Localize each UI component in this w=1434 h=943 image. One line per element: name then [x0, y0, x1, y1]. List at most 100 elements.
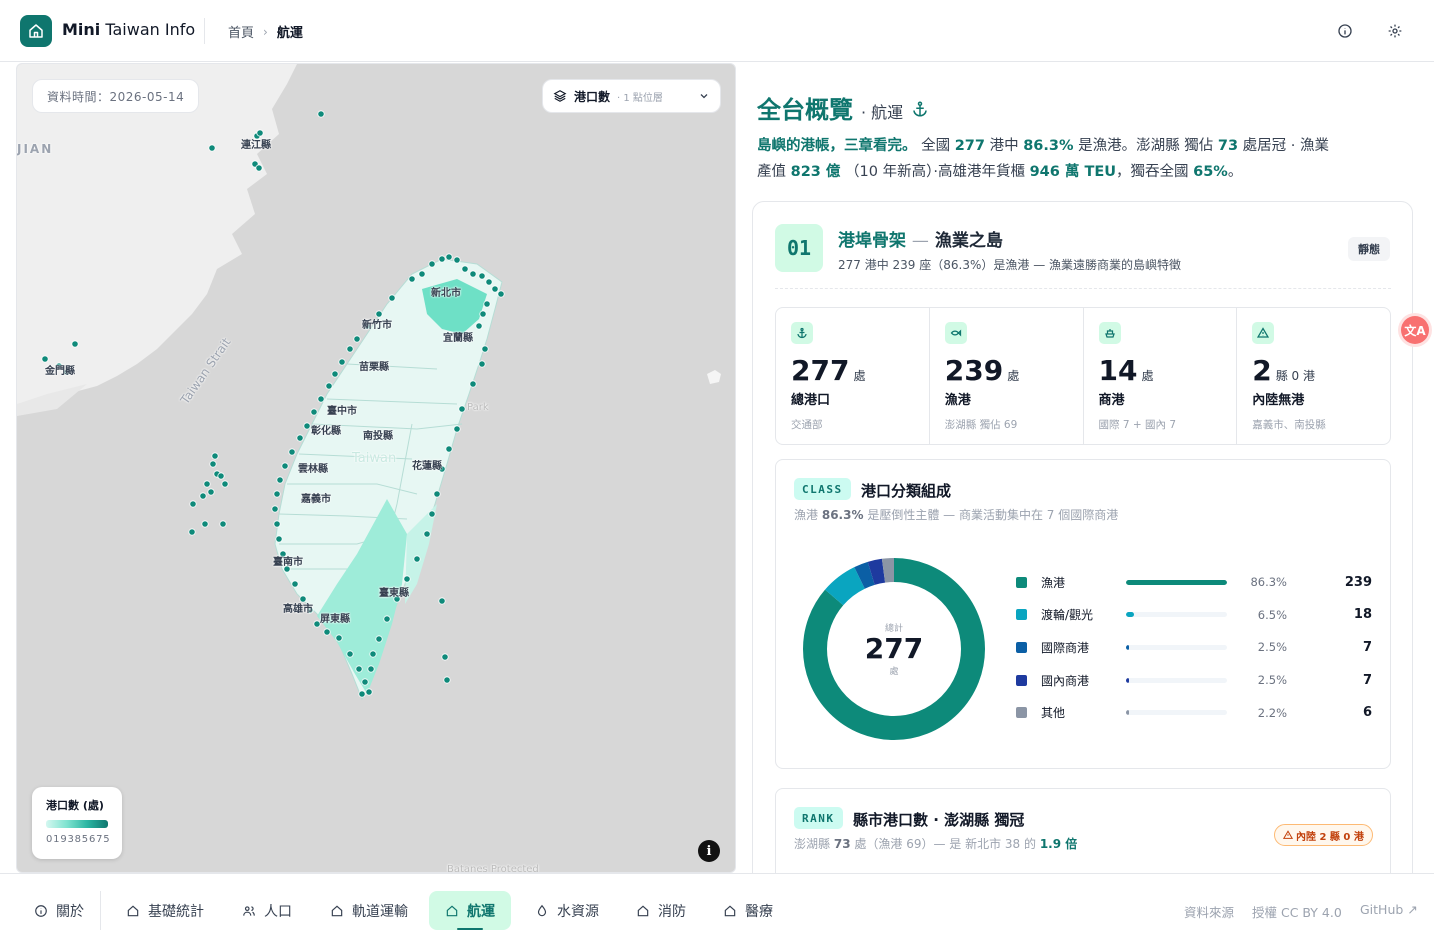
layer-select[interactable]: 港口數 · 1 點位層: [542, 79, 721, 113]
port-marker[interactable]: [453, 425, 461, 433]
port-marker[interactable]: [469, 270, 477, 278]
port-marker[interactable]: [189, 500, 197, 508]
port-marker[interactable]: [365, 688, 373, 696]
port-marker[interactable]: [281, 462, 289, 470]
port-marker[interactable]: [428, 260, 436, 268]
port-marker[interactable]: [217, 472, 225, 480]
port-marker[interactable]: [323, 628, 331, 636]
port-marker[interactable]: [428, 510, 436, 518]
nav-item-population[interactable]: 人口: [226, 891, 308, 930]
port-marker[interactable]: [423, 530, 431, 538]
port-marker[interactable]: [497, 290, 505, 298]
port-marker[interactable]: [475, 322, 483, 330]
port-marker[interactable]: [367, 665, 375, 673]
port-marker[interactable]: [273, 520, 281, 528]
port-marker[interactable]: [346, 650, 354, 658]
gear-icon[interactable]: [1384, 20, 1406, 42]
port-marker[interactable]: [346, 345, 354, 353]
port-marker[interactable]: [335, 634, 343, 642]
info-icon[interactable]: [1334, 20, 1356, 42]
nav-item-about[interactable]: 關於: [18, 891, 100, 930]
port-marker[interactable]: [433, 490, 441, 498]
port-marker[interactable]: [445, 445, 453, 453]
port-marker[interactable]: [271, 505, 279, 513]
port-marker[interactable]: [358, 690, 366, 698]
port-marker[interactable]: [207, 488, 215, 496]
nav-item-shipping[interactable]: 航運: [429, 891, 511, 930]
port-marker[interactable]: [288, 448, 296, 456]
home-logo-icon[interactable]: [20, 15, 52, 47]
donut-center-unit: 處: [889, 667, 899, 677]
port-marker[interactable]: [418, 270, 426, 278]
port-marker[interactable]: [275, 535, 283, 543]
port-marker[interactable]: [403, 575, 411, 583]
port-marker[interactable]: [383, 615, 391, 623]
port-marker[interactable]: [388, 294, 396, 302]
place-label: 宜蘭縣: [443, 333, 473, 344]
data-source-link[interactable]: 資料來源: [1184, 902, 1234, 921]
port-marker[interactable]: [208, 144, 216, 152]
port-marker[interactable]: [491, 285, 499, 293]
nav-item-water[interactable]: 水資源: [519, 891, 615, 930]
port-marker[interactable]: [361, 678, 369, 686]
port-marker[interactable]: [276, 476, 284, 484]
port-marker[interactable]: [303, 422, 311, 430]
port-marker[interactable]: [291, 580, 299, 588]
port-marker[interactable]: [71, 340, 79, 348]
port-marker[interactable]: [441, 653, 449, 661]
port-marker[interactable]: [211, 452, 219, 460]
port-marker[interactable]: [325, 382, 333, 390]
stat-note: 國際 7 + 國內 7: [1098, 419, 1177, 431]
port-marker[interactable]: [317, 110, 325, 118]
port-marker[interactable]: [478, 272, 486, 280]
port-marker[interactable]: [203, 480, 211, 488]
port-marker[interactable]: [458, 405, 466, 413]
port-marker[interactable]: [209, 460, 217, 468]
port-marker[interactable]: [255, 164, 263, 172]
port-marker[interactable]: [481, 345, 489, 353]
port-marker[interactable]: [438, 255, 446, 263]
port-marker[interactable]: [338, 358, 346, 366]
nav-item-medical[interactable]: 醫療: [707, 891, 789, 930]
app-name[interactable]: Mini Taiwan Info: [62, 20, 195, 39]
port-marker[interactable]: [221, 480, 229, 488]
port-marker[interactable]: [310, 408, 318, 416]
breadcrumb-home[interactable]: 首頁: [228, 22, 254, 41]
port-marker[interactable]: [199, 492, 207, 500]
map-info-button[interactable]: i: [698, 840, 720, 862]
port-marker[interactable]: [461, 265, 469, 273]
port-marker[interactable]: [375, 635, 383, 643]
port-marker[interactable]: [413, 555, 421, 563]
port-marker[interactable]: [355, 665, 363, 673]
nav-item-fire[interactable]: 消防: [620, 891, 702, 930]
github-link[interactable]: GitHub ↗: [1360, 902, 1418, 917]
port-marker[interactable]: [317, 395, 325, 403]
port-marker[interactable]: [219, 520, 227, 528]
port-marker[interactable]: [408, 275, 416, 283]
port-marker[interactable]: [445, 253, 453, 261]
stats-row: 277 處 總港口 交通部 239 處 漁港 澎湖縣 獨佔 69 14 處 商港 國際…: [775, 307, 1391, 445]
nav-divider: [100, 891, 101, 930]
port-marker[interactable]: [443, 676, 451, 684]
port-marker[interactable]: [469, 380, 477, 388]
port-marker[interactable]: [438, 597, 446, 605]
port-marker[interactable]: [296, 434, 304, 442]
port-marker[interactable]: [353, 335, 361, 343]
port-marker[interactable]: [201, 520, 209, 528]
port-map[interactable]: Taiwan Strait JIAN Taiwan Park Batanes P…: [16, 63, 736, 873]
license-link[interactable]: 授權 CC BY 4.0: [1252, 902, 1342, 921]
port-marker[interactable]: [483, 300, 491, 308]
port-marker[interactable]: [369, 650, 377, 658]
port-marker[interactable]: [188, 528, 196, 536]
nav-item-basic-stats[interactable]: 基礎統計: [110, 891, 220, 930]
port-marker[interactable]: [479, 310, 487, 318]
warning-icon: [1283, 830, 1293, 839]
legend-percent: 6.5%: [1257, 607, 1287, 622]
port-marker[interactable]: [331, 370, 339, 378]
port-marker[interactable]: [273, 490, 281, 498]
port-marker[interactable]: [453, 256, 461, 264]
translate-button[interactable]: 文A: [1401, 316, 1429, 344]
nav-item-rail[interactable]: 軌道運輸: [314, 891, 424, 930]
port-marker[interactable]: [478, 360, 486, 368]
port-marker[interactable]: [485, 278, 493, 286]
